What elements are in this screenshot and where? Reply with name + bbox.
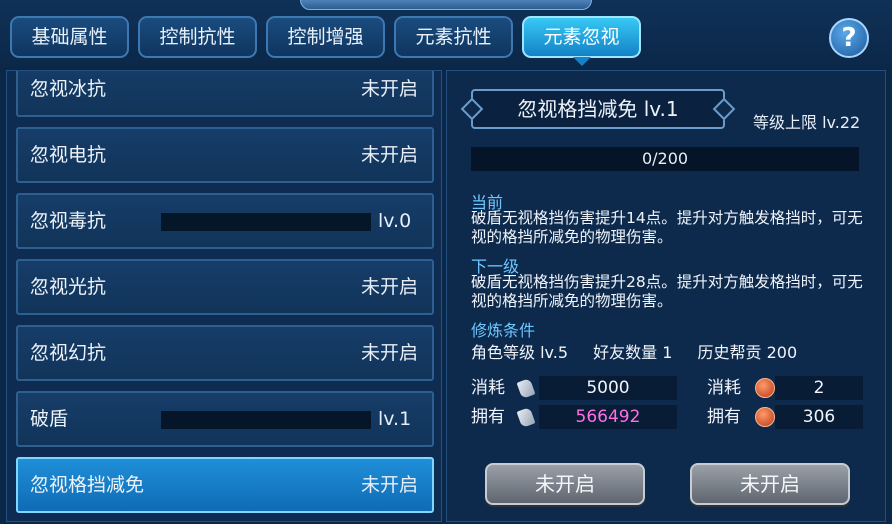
own-label: 拥有: [707, 407, 741, 427]
next-level-description: 破盾无视格挡伤害提升28点。提升对方触发格挡时，可无视的格挡所减免的物理伤害。: [471, 273, 863, 310]
list-item-level: lv.0: [378, 210, 412, 232]
skill-list-panel[interactable]: 忽视冰抗 未开启 忽视电抗 未开启 忽视毒抗 lv.0 忽视光抗 未开启 忽视幻…: [6, 70, 442, 522]
list-item[interactable]: 忽视毒抗 lv.0: [16, 193, 434, 249]
list-item-progress-bar: [161, 213, 371, 231]
list-item-status: 未开启: [360, 144, 418, 166]
cultivate-button[interactable]: 未开启: [485, 463, 645, 505]
xp-progress-bar: 0/200: [471, 147, 859, 171]
list-item-name: 忽视光抗: [30, 276, 107, 298]
coin-own: 拥有 306: [707, 405, 863, 429]
coin-icon: [755, 407, 775, 427]
list-item-name: 忽视幻抗: [30, 342, 107, 364]
list-item-status: 未开启: [360, 474, 418, 496]
window-title-strip: [300, 0, 592, 10]
conditions-heading: 修炼条件: [471, 321, 536, 340]
cultivate-max-button[interactable]: 未开启: [690, 463, 850, 505]
skill-title: 忽视格挡减免 lv.1: [471, 89, 725, 129]
coin-icon: [755, 378, 775, 398]
conditions-line: 角色等级 lv.5 好友数量 1 历史帮贡 200: [471, 339, 817, 363]
scroll-own-value: 566492: [539, 405, 677, 429]
tab-element-resistance[interactable]: 元素抗性: [394, 16, 513, 58]
coin-cost-value: 2: [775, 376, 863, 400]
tab-element-ignore[interactable]: 元素忽视: [522, 16, 641, 66]
scroll-icon: [516, 378, 536, 399]
condition-role-level: 角色等级 lv.5: [471, 343, 569, 362]
list-item-level: lv.1: [378, 408, 412, 430]
own-label: 拥有: [471, 407, 505, 427]
coin-cost: 消耗 2: [707, 376, 863, 400]
condition-guild-contribution: 历史帮贡 200: [697, 343, 798, 362]
list-item-status: 未开启: [360, 342, 418, 364]
list-item-name: 忽视毒抗: [30, 210, 107, 232]
scroll-own: 拥有 566492: [471, 405, 677, 429]
scroll-icon: [516, 407, 536, 428]
cost-label: 消耗: [707, 378, 741, 398]
list-item-status: 未开启: [360, 78, 418, 100]
list-item-status: 未开启: [360, 276, 418, 298]
list-item[interactable]: 破盾 lv.1: [16, 391, 434, 447]
list-item-name: 破盾: [30, 408, 69, 430]
scroll-cost: 消耗 5000: [471, 376, 677, 400]
level-cap: 等级上限 lv.22: [753, 113, 861, 132]
tab-control-resistance[interactable]: 控制抗性: [138, 16, 257, 58]
help-icon[interactable]: ?: [829, 18, 869, 58]
list-item[interactable]: 忽视冰抗 未开启: [16, 71, 434, 117]
list-item[interactable]: 忽视幻抗 未开启: [16, 325, 434, 381]
coin-own-value: 306: [775, 405, 863, 429]
list-item-name: 忽视电抗: [30, 144, 107, 166]
current-description: 破盾无视格挡伤害提升14点。提升对方触发格挡时，可无视的格挡所减免的物理伤害。: [471, 209, 863, 246]
list-item-selected[interactable]: 忽视格挡减免 未开启: [16, 457, 434, 513]
skill-detail-panel: 忽视格挡减免 lv.1 等级上限 lv.22 0/200 当前 破盾无视格挡伤害…: [446, 70, 886, 522]
list-item[interactable]: 忽视光抗 未开启: [16, 259, 434, 315]
condition-friend-count: 好友数量 1: [593, 343, 673, 362]
scroll-cost-value: 5000: [539, 376, 677, 400]
list-item[interactable]: 忽视电抗 未开启: [16, 127, 434, 183]
list-item-progress-bar: [161, 411, 371, 429]
list-item-name: 忽视格挡减免: [30, 474, 145, 496]
list-item-name: 忽视冰抗: [30, 78, 107, 100]
tab-bar: 基础属性 控制抗性 控制增强 元素抗性 元素忽视: [10, 16, 641, 66]
tab-basic-attributes[interactable]: 基础属性: [10, 16, 129, 58]
tab-control-enhance[interactable]: 控制增强: [266, 16, 385, 58]
cost-label: 消耗: [471, 378, 505, 398]
